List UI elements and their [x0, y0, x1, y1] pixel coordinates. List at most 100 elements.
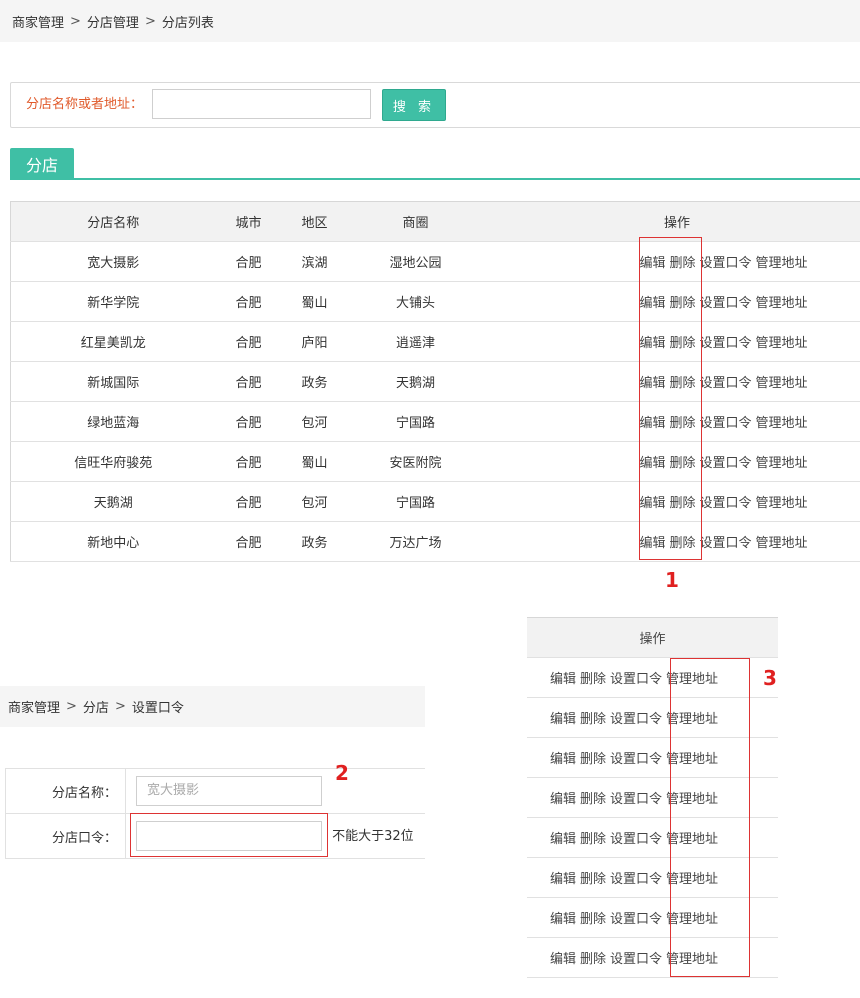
manage-address-link[interactable]: 管理地址: [756, 296, 808, 311]
breadcrumb: 商家管理 > 分店管理 > 分店列表: [0, 0, 860, 42]
cell-business-area: 安医附院: [347, 441, 484, 482]
edit-link[interactable]: 编辑: [550, 752, 576, 767]
delete-link[interactable]: 删除: [580, 952, 606, 967]
search-input[interactable]: [152, 89, 371, 119]
cell-business-area: 宁国路: [347, 401, 484, 442]
edit-link[interactable]: 编辑: [550, 792, 576, 807]
set-password-link[interactable]: 设置口令: [700, 456, 752, 471]
column-header-actions: 操作: [527, 617, 778, 658]
annotation-number-1: 1: [665, 568, 679, 592]
table-row: 绿地蓝海 合肥 包河 宁国路 编辑 删除 设置口令 管理地址: [10, 401, 860, 442]
cell-city: 合肥: [215, 481, 282, 522]
branch-table: 分店名称 城市 地区 商圈 操作 宽大摄影 合肥 滨湖 湿地公园 编辑 删除 设置口令 管理地…: [10, 201, 860, 562]
set-password-link[interactable]: 设置口令: [700, 376, 752, 391]
table-row: 宽大摄影 合肥 滨湖 湿地公园 编辑 删除 设置口令 管理地址: [10, 241, 860, 282]
field-cell-name: 宽大摄影: [125, 768, 425, 814]
set-password-link[interactable]: 设置口令: [700, 256, 752, 271]
manage-address-link[interactable]: 管理地址: [756, 336, 808, 351]
delete-link[interactable]: 删除: [580, 792, 606, 807]
search-label: 分店名称或者地址：: [26, 97, 144, 112]
set-password-link[interactable]: 设置口令: [610, 792, 662, 807]
cell-district: 包河: [281, 401, 348, 442]
cell-district: 政务: [281, 361, 348, 402]
set-password-link[interactable]: 设置口令: [700, 296, 752, 311]
edit-link[interactable]: 编辑: [550, 912, 576, 927]
edit-link[interactable]: 编辑: [550, 952, 576, 967]
manage-address-link[interactable]: 管理地址: [756, 496, 808, 511]
field-label-password: 分店口令：: [5, 813, 126, 859]
delete-link[interactable]: 删除: [580, 752, 606, 767]
cell-city: 合肥: [215, 361, 282, 402]
set-password-link[interactable]: 设置口令: [700, 536, 752, 551]
breadcrumb-item-merchant[interactable]: 商家管理: [8, 697, 60, 716]
cell-branch-name: 新华学院: [10, 281, 216, 322]
breadcrumb-item-merchant[interactable]: 商家管理: [12, 12, 64, 31]
column-header-city: 城市: [215, 201, 282, 242]
breadcrumb-set-password: 商家管理 > 分店 > 设置口令: [0, 686, 425, 727]
set-password-link[interactable]: 设置口令: [610, 712, 662, 727]
password-length-hint: 不能大于32位: [332, 828, 414, 844]
cell-district: 政务: [281, 521, 348, 562]
delete-link[interactable]: 删除: [580, 872, 606, 887]
branch-name-field[interactable]: 宽大摄影: [136, 776, 322, 806]
cell-city: 合肥: [215, 521, 282, 562]
delete-link[interactable]: 删除: [580, 712, 606, 727]
breadcrumb-item-branch-list: 分店列表: [161, 15, 214, 31]
cell-business-area: 天鹅湖: [347, 361, 484, 402]
search-button[interactable]: 搜 索: [382, 89, 446, 121]
tab-underline: [10, 178, 860, 180]
set-password-link[interactable]: 设置口令: [610, 832, 662, 847]
set-password-link[interactable]: 设置口令: [610, 912, 662, 927]
edit-link[interactable]: 编辑: [550, 712, 576, 727]
table-row: 新华学院 合肥 蜀山 大铺头 编辑 删除 设置口令 管理地址: [10, 281, 860, 322]
manage-address-link[interactable]: 管理地址: [756, 456, 808, 471]
cell-city: 合肥: [215, 241, 282, 282]
set-password-link[interactable]: 设置口令: [700, 416, 752, 431]
cell-district: 庐阳: [281, 321, 348, 362]
edit-link[interactable]: 编辑: [550, 672, 576, 687]
manage-address-link[interactable]: 管理地址: [756, 536, 808, 551]
cell-district: 包河: [281, 481, 348, 522]
cell-business-area: 逍遥津: [347, 321, 484, 362]
manage-address-link[interactable]: 管理地址: [756, 416, 808, 431]
set-password-link[interactable]: 设置口令: [610, 752, 662, 767]
edit-link[interactable]: 编辑: [550, 832, 576, 847]
tab-branch[interactable]: 分店: [10, 148, 74, 179]
breadcrumb-item-branch-management[interactable]: 分店管理: [87, 12, 139, 31]
actions-header-row: 操作: [527, 617, 778, 658]
cell-business-area: 万达广场: [347, 521, 484, 562]
highlight-box-manage-address-column: [670, 658, 750, 977]
table-row: 红星美凯龙 合肥 庐阳 逍遥津 编辑 删除 设置口令 管理地址: [10, 321, 860, 362]
cell-branch-name: 新城国际: [10, 361, 216, 402]
set-password-link[interactable]: 设置口令: [610, 952, 662, 967]
set-password-link[interactable]: 设置口令: [610, 872, 662, 887]
edit-link[interactable]: 编辑: [550, 872, 576, 887]
breadcrumb-separator: >: [114, 699, 126, 714]
cell-business-area: 宁国路: [347, 481, 484, 522]
set-password-link[interactable]: 设置口令: [700, 496, 752, 511]
cell-branch-name: 新地中心: [10, 521, 216, 562]
cell-district: 蜀山: [281, 441, 348, 482]
set-password-link[interactable]: 设置口令: [610, 672, 662, 687]
manage-address-link[interactable]: 管理地址: [756, 256, 808, 271]
breadcrumb-separator: >: [70, 13, 81, 29]
form-row-name: 分店名称： 宽大摄影: [5, 768, 425, 814]
cell-branch-name: 绿地蓝海: [10, 401, 216, 442]
manage-address-link[interactable]: 管理地址: [756, 376, 808, 391]
column-header-district: 地区: [281, 201, 348, 242]
delete-link[interactable]: 删除: [580, 912, 606, 927]
cell-city: 合肥: [215, 281, 282, 322]
cell-business-area: 湿地公园: [347, 241, 484, 282]
breadcrumb-item-branch[interactable]: 分店: [83, 697, 109, 716]
cell-branch-name: 红星美凯龙: [10, 321, 216, 362]
table-header-row: 分店名称 城市 地区 商圈 操作: [10, 201, 860, 242]
annotation-number-3: 3: [763, 666, 777, 690]
annotation-number-2: 2: [335, 761, 349, 785]
delete-link[interactable]: 删除: [580, 832, 606, 847]
table-row: 新城国际 合肥 政务 天鹅湖 编辑 删除 设置口令 管理地址: [10, 361, 860, 402]
cell-district: 滨湖: [281, 241, 348, 282]
breadcrumb-separator: >: [144, 13, 156, 29]
delete-link[interactable]: 删除: [580, 672, 606, 687]
column-header-business-area: 商圈: [347, 201, 484, 242]
set-password-link[interactable]: 设置口令: [700, 336, 752, 351]
